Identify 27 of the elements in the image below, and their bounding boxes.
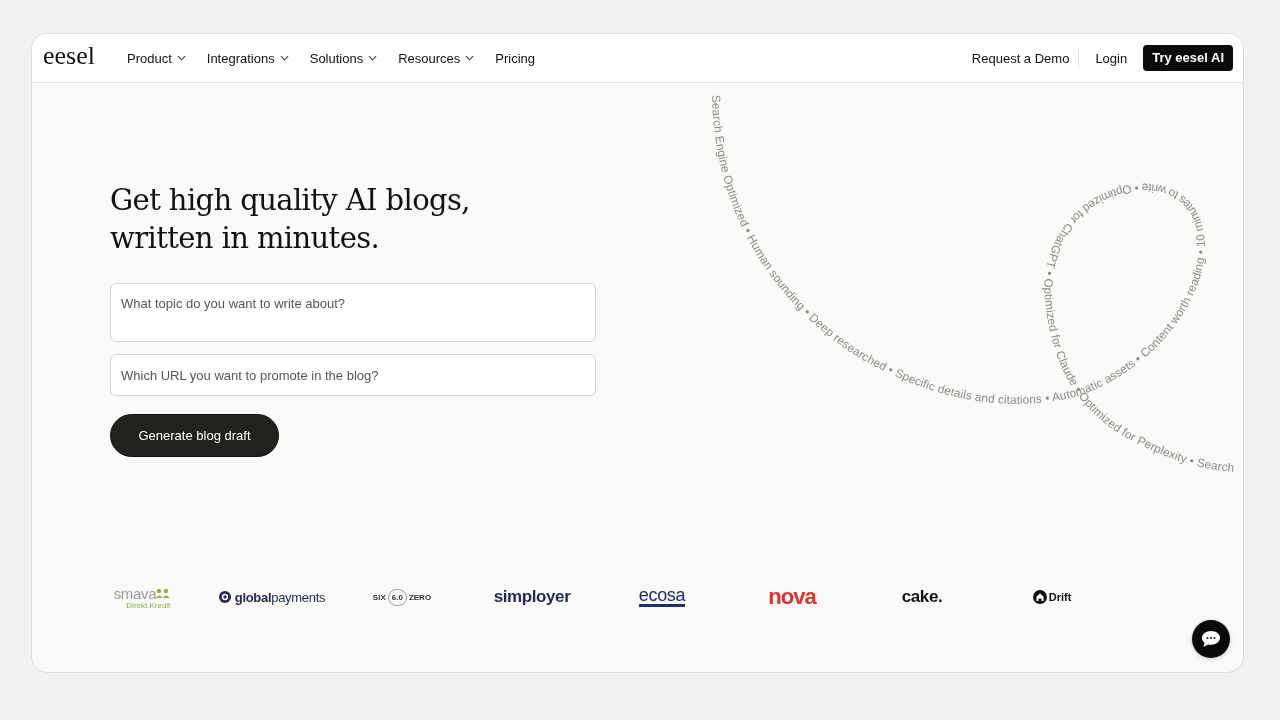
- smava-logo: smava Direkt Kredit: [113, 584, 171, 610]
- header-link[interactable]: Request a Demo: [971, 50, 1070, 66]
- nav-link[interactable]: Resources: [398, 50, 475, 66]
- chevron-down-icon: [368, 55, 378, 61]
- chat-button[interactable]: [1192, 620, 1230, 658]
- try-button[interactable]: Try eesel AI: [1143, 45, 1233, 71]
- company-logo: simployer: [493, 587, 571, 607]
- chevron-down-icon: [176, 55, 186, 61]
- company-logo: cake.: [901, 587, 943, 607]
- chat-bubble-icon: [1201, 630, 1221, 648]
- url-field[interactable]: Which URL you want to promote in the blog?: [110, 354, 596, 396]
- generate-button[interactable]: Generate blog draft: [110, 414, 279, 457]
- chevron-down-icon: [465, 55, 475, 61]
- headline: Get high quality AI blogs, written in minutes.: [110, 182, 470, 257]
- topic-field[interactable]: What topic do you want to write about?: [110, 283, 596, 342]
- globalpayments-logo: globalpayments: [218, 589, 326, 605]
- header-link[interactable]: Login: [1095, 50, 1128, 66]
- chevron-down-icon: [279, 55, 289, 61]
- ecosa-logo: ecosa: [638, 587, 686, 607]
- nav-link[interactable]: Integrations: [206, 50, 289, 66]
- nav-link[interactable]: Solutions: [309, 50, 378, 66]
- eesel-logo[interactable]: eesel: [43, 41, 95, 75]
- nav-link[interactable]: Product: [126, 50, 186, 66]
- drift-logo: Drift: [1032, 590, 1072, 604]
- six-zero-logo: SIX 6.0 ZERO: [372, 588, 432, 606]
- nav-link[interactable]: Pricing: [495, 50, 536, 66]
- nova-logo: nova: [768, 584, 816, 610]
